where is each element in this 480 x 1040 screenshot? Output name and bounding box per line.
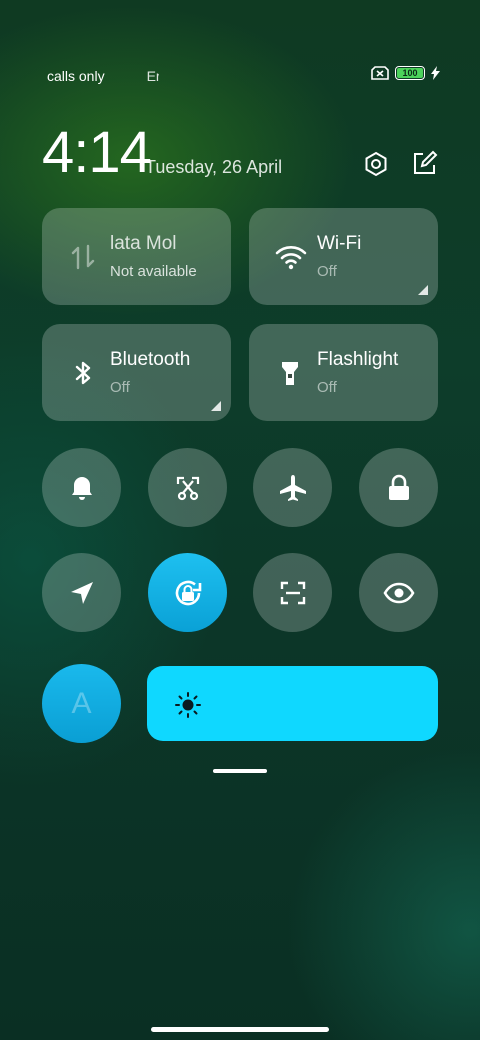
brightness-slider[interactable] xyxy=(147,666,438,741)
auto-brightness-icon: A xyxy=(71,686,92,720)
mobile-data-label: lata Mol xyxy=(110,233,177,254)
scanner-toggle[interactable] xyxy=(253,553,332,632)
edit-icon[interactable] xyxy=(410,150,438,178)
status-bar: calls only Er 100 xyxy=(47,66,440,86)
auto-brightness-button[interactable]: A xyxy=(42,664,121,743)
bluetooth-icon xyxy=(68,358,98,388)
bell-icon xyxy=(68,474,96,502)
flashlight-tile[interactable]: Flashlight Off xyxy=(249,324,438,421)
flashlight-icon xyxy=(275,358,305,388)
clock[interactable]: 4:14 xyxy=(42,124,152,182)
no-sim-icon xyxy=(371,66,389,80)
sound-toggle[interactable] xyxy=(42,448,121,527)
battery-level: 100 xyxy=(402,68,418,78)
wifi-tile[interactable]: Wi-Fi Off xyxy=(249,208,438,305)
expand-corner-icon[interactable] xyxy=(418,285,428,295)
flashlight-label: Flashlight xyxy=(317,349,399,370)
bluetooth-tile[interactable]: Bluetooth Off xyxy=(42,324,231,421)
reading-mode-toggle[interactable] xyxy=(359,553,438,632)
flashlight-status: Off xyxy=(317,379,337,396)
carrier-label-secondary: Er xyxy=(146,68,159,84)
scanner-icon xyxy=(279,579,307,607)
sun-icon xyxy=(175,692,201,723)
airplane-icon xyxy=(278,473,308,503)
eye-icon xyxy=(383,582,415,604)
home-indicator[interactable] xyxy=(151,1027,329,1032)
charging-bolt-icon xyxy=(431,66,440,80)
wifi-label: Wi-Fi xyxy=(317,233,362,254)
screenshot-toggle[interactable] xyxy=(148,448,227,527)
bluetooth-status: Off xyxy=(110,379,130,396)
rotation-lock-toggle[interactable] xyxy=(148,553,227,632)
settings-icon[interactable] xyxy=(362,150,390,178)
airplane-mode-toggle[interactable] xyxy=(253,448,332,527)
mobile-data-icon xyxy=(68,242,98,272)
battery-icon: 100 xyxy=(395,66,425,80)
rotation-lock-icon xyxy=(170,575,206,611)
panel-drag-handle[interactable] xyxy=(213,769,267,773)
mobile-data-status: Not available xyxy=(110,263,197,280)
screen-lock-toggle[interactable] xyxy=(359,448,438,527)
location-toggle[interactable] xyxy=(42,553,121,632)
screenshot-icon xyxy=(174,474,202,502)
carrier-label: calls only xyxy=(47,68,105,84)
mobile-data-tile[interactable]: lata Mol Not available xyxy=(42,208,231,305)
bluetooth-label: Bluetooth xyxy=(110,349,191,370)
expand-corner-icon[interactable] xyxy=(211,401,221,411)
location-icon xyxy=(69,580,95,606)
wifi-icon xyxy=(275,242,307,272)
wifi-status: Off xyxy=(317,263,337,280)
date-label[interactable]: Tuesday, 26 April xyxy=(145,157,282,178)
lock-icon xyxy=(386,474,412,502)
